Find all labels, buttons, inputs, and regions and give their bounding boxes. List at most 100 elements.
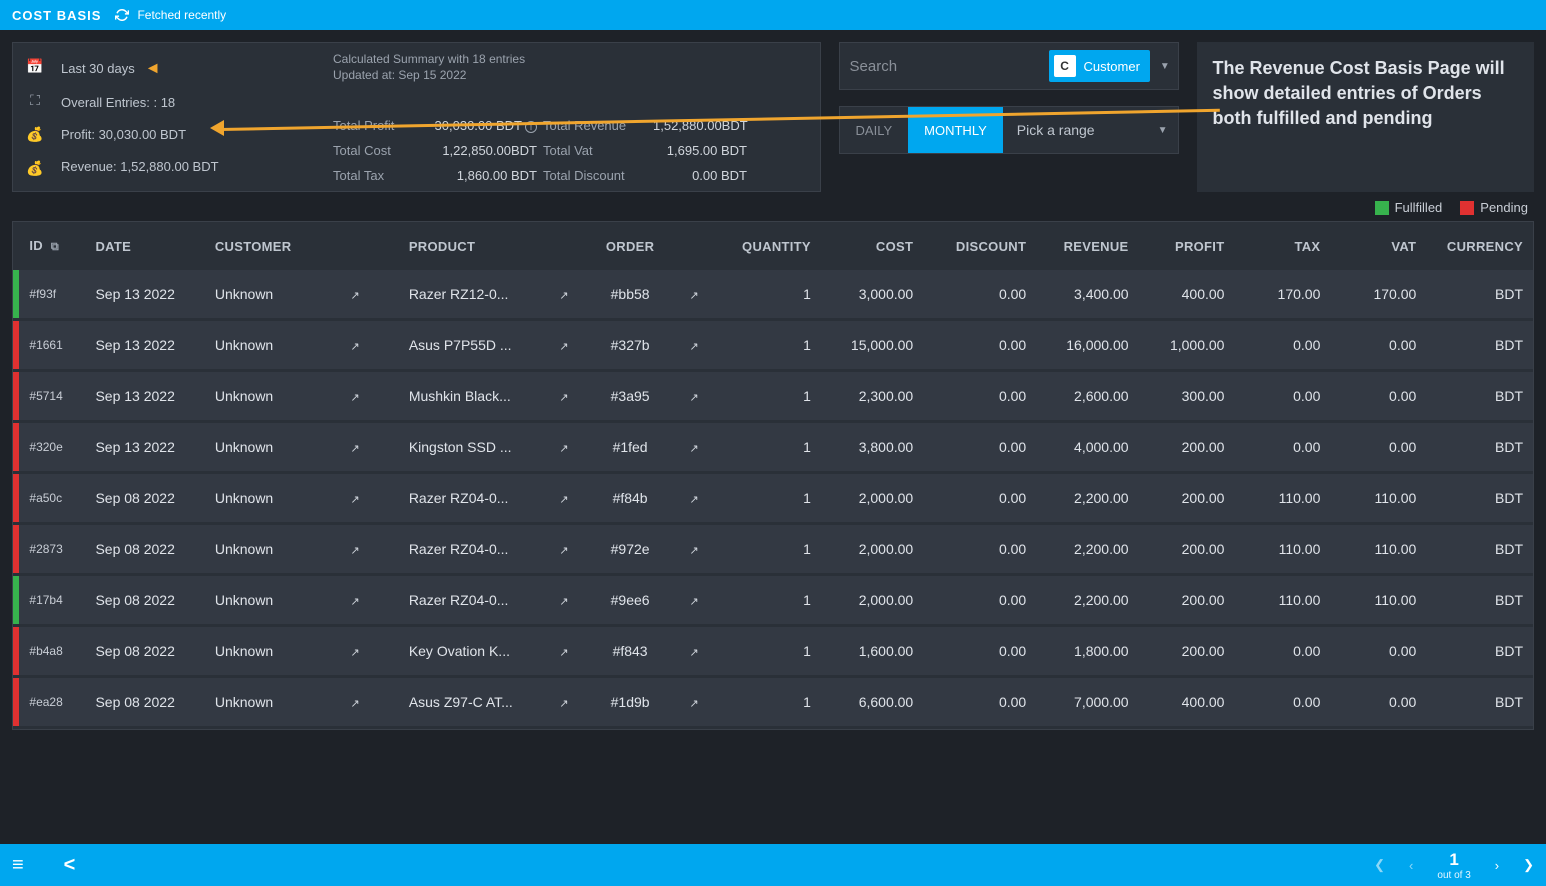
pager-last-icon[interactable]: ❯ [1523, 857, 1534, 873]
expand-icon: ⛶ [30, 92, 40, 109]
summary-label: Total Tax [333, 168, 433, 183]
external-link-icon[interactable]: ↗ [689, 290, 698, 302]
cell-tax: 110.00 [1234, 524, 1330, 575]
fetched-label: Fetched recently [137, 8, 226, 22]
external-link-icon[interactable]: ↗ [689, 545, 698, 557]
col-vat[interactable]: VAT [1330, 222, 1426, 270]
summary-value: 1,22,850.00BDT [433, 143, 543, 158]
page-title: COST BASIS [12, 8, 101, 23]
external-link-icon[interactable]: ↗ [559, 341, 568, 353]
external-link-icon[interactable]: ↗ [559, 596, 568, 608]
cell-qty: 1 [719, 320, 821, 371]
cell-profit: 400.00 [1139, 677, 1235, 728]
summary-details: Calculated Summary with 18 entries Updat… [327, 43, 820, 191]
external-link-icon[interactable]: ↗ [689, 596, 698, 608]
col-revenue[interactable]: REVENUE [1036, 222, 1138, 270]
external-link-icon[interactable]: ↗ [351, 392, 360, 404]
table-row[interactable]: #a50cSep 08 2022Unknown↗Razer RZ04-0...↗… [13, 473, 1533, 524]
table-row[interactable]: #17b4Sep 08 2022Unknown↗Razer RZ04-0...↗… [13, 575, 1533, 626]
cell-cost: 15,000.00 [821, 320, 923, 371]
cell-date: Sep 13 2022 [85, 422, 204, 473]
external-link-icon[interactable]: ↗ [689, 392, 698, 404]
cell-currency: BDT [1426, 677, 1533, 728]
cell-profit: 200.00 [1139, 575, 1235, 626]
external-link-icon[interactable]: ↗ [689, 647, 698, 659]
table-row[interactable]: #320eSep 13 2022Unknown↗Kingston SSD ...… [13, 422, 1533, 473]
cell-customer: Unknown [205, 575, 312, 626]
external-link-icon[interactable]: ↗ [559, 290, 568, 302]
col-profit[interactable]: PROFIT [1139, 222, 1235, 270]
refresh-status[interactable]: Fetched recently [115, 8, 226, 22]
cell-profit: 400.00 [1139, 270, 1235, 320]
range-daily-button[interactable]: DAILY [840, 107, 909, 153]
chevron-down-icon[interactable]: ▼ [1148, 125, 1178, 136]
table-row[interactable]: #f93fSep 13 2022Unknown↗Razer RZ12-0...↗… [13, 270, 1533, 320]
col-currency[interactable]: CURRENCY [1426, 222, 1533, 270]
external-link-icon[interactable]: ↗ [689, 494, 698, 506]
col-qty[interactable]: QUANTITY [719, 222, 821, 270]
external-link-icon[interactable]: ↗ [559, 494, 568, 506]
external-link-icon[interactable]: ↗ [351, 443, 360, 455]
external-link-icon[interactable]: ↗ [351, 647, 360, 659]
col-customer[interactable]: CUSTOMER [205, 222, 312, 270]
search-input[interactable] [850, 58, 1049, 75]
cell-cost: 3,800.00 [821, 422, 923, 473]
cell-currency: BDT [1426, 270, 1533, 320]
table-row[interactable]: #1661Sep 13 2022Unknown↗Asus P7P55D ...↗… [13, 320, 1533, 371]
cell-tax: 0.00 [1234, 371, 1330, 422]
back-icon[interactable]: < [64, 854, 76, 877]
col-tax[interactable]: TAX [1234, 222, 1330, 270]
cell-cost: 2,300.00 [821, 371, 923, 422]
range-monthly-button[interactable]: MONTHLY [908, 107, 1003, 153]
cell-revenue: 1,800.00 [1036, 626, 1138, 677]
cell-product: Mushkin Black... [399, 371, 538, 422]
col-date[interactable]: DATE [85, 222, 204, 270]
search-scope-chip[interactable]: C Customer [1049, 50, 1150, 82]
external-link-icon[interactable]: ↗ [351, 545, 360, 557]
external-link-icon[interactable]: ↗ [689, 443, 698, 455]
cell-qty: 1 [719, 371, 821, 422]
info-icon[interactable]: i [525, 121, 537, 133]
external-link-icon[interactable]: ↗ [559, 392, 568, 404]
cell-id: #2873 [19, 524, 85, 575]
table-row[interactable]: #2873Sep 08 2022Unknown↗Razer RZ04-0...↗… [13, 524, 1533, 575]
external-link-icon[interactable]: ↗ [351, 698, 360, 710]
cell-currency: BDT [1426, 371, 1533, 422]
external-link-icon[interactable]: ↗ [559, 647, 568, 659]
range-selector: DAILY MONTHLY Pick a range ▼ [839, 106, 1179, 154]
fulfilled-label: Fullfilled [1395, 200, 1443, 215]
external-link-icon[interactable]: ↗ [351, 596, 360, 608]
copy-icon[interactable]: ⧉ [51, 241, 59, 253]
range-pick-label[interactable]: Pick a range [1003, 122, 1148, 138]
external-link-icon[interactable]: ↗ [689, 698, 698, 710]
col-cost[interactable]: COST [821, 222, 923, 270]
pager-next-icon[interactable]: › [1495, 858, 1499, 873]
pager-first-icon[interactable]: ❮ [1374, 857, 1385, 873]
cell-customer: Unknown [205, 270, 312, 320]
menu-icon[interactable]: ≡ [12, 854, 24, 877]
external-link-icon[interactable]: ↗ [351, 494, 360, 506]
summary-value: 1,860.00 BDT [433, 168, 543, 183]
cell-date: Sep 13 2022 [85, 320, 204, 371]
summary-heading: Calculated Summary with 18 entries [333, 51, 800, 67]
summary-label: Total Cost [333, 143, 433, 158]
external-link-icon[interactable]: ↗ [559, 698, 568, 710]
external-link-icon[interactable]: ↗ [559, 545, 568, 557]
cell-revenue: 2,200.00 [1036, 473, 1138, 524]
col-discount[interactable]: DISCOUNT [923, 222, 1036, 270]
table-row[interactable]: #ea28Sep 08 2022Unknown↗Asus Z97-C AT...… [13, 677, 1533, 728]
external-link-icon[interactable]: ↗ [351, 341, 360, 353]
col-order[interactable]: ORDER [591, 222, 670, 270]
pager-prev-icon[interactable]: ‹ [1409, 858, 1413, 873]
table-row[interactable]: #b4a8Sep 08 2022Unknown↗Key Ovation K...… [13, 626, 1533, 677]
chevron-down-icon[interactable]: ▼ [1150, 61, 1180, 72]
col-product[interactable]: PRODUCT [399, 222, 538, 270]
cell-cost: 2,000.00 [821, 524, 923, 575]
external-link-icon[interactable]: ↗ [689, 341, 698, 353]
cell-discount: 0.00 [923, 270, 1036, 320]
table-row[interactable]: #5714Sep 13 2022Unknown↗Mushkin Black...… [13, 371, 1533, 422]
external-link-icon[interactable]: ↗ [559, 443, 568, 455]
external-link-icon[interactable]: ↗ [351, 290, 360, 302]
cell-currency: BDT [1426, 524, 1533, 575]
col-id[interactable]: ID ⧉ [19, 222, 85, 270]
